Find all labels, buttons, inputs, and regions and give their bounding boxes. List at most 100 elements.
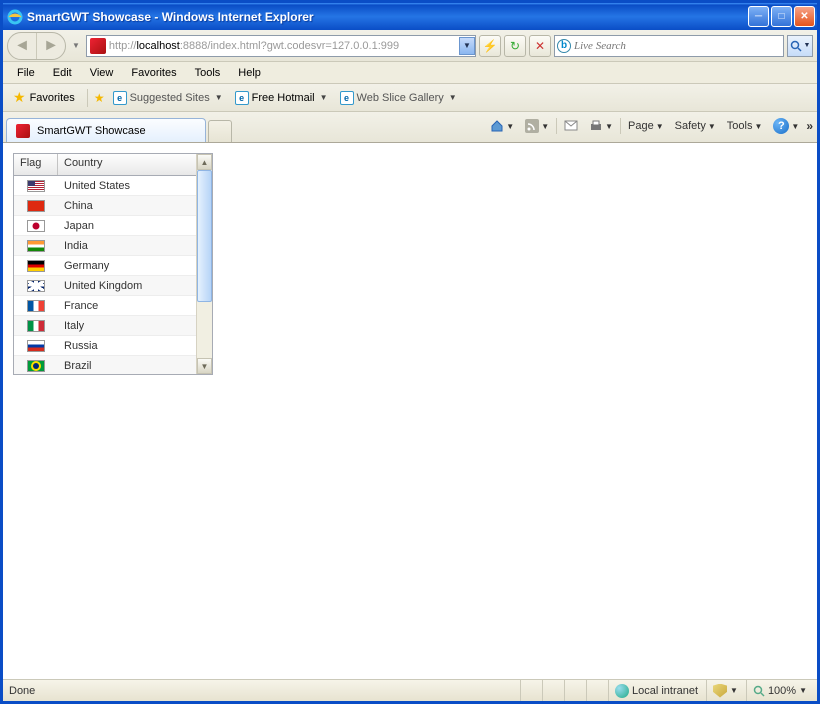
cmd-tools[interactable]: Tools▼ — [723, 118, 767, 134]
cmd-mail[interactable] — [560, 118, 582, 134]
table-row[interactable]: United States — [14, 176, 196, 196]
cell-country: Germany — [58, 260, 196, 272]
flag-icon — [27, 200, 45, 212]
search-bar[interactable]: b — [554, 35, 784, 57]
grid-body: Flag Country United States ChinaJapan Indi… — [14, 154, 196, 374]
grid-scrollbar: ▲ ▼ — [196, 154, 212, 374]
table-row[interactable]: India — [14, 236, 196, 256]
fav-sep — [87, 89, 88, 107]
cmd-print[interactable]: ▼ — [585, 117, 617, 135]
table-row[interactable]: China — [14, 196, 196, 216]
grid-header: Flag Country — [14, 154, 196, 176]
tab-icon — [16, 124, 30, 138]
cmd-tools-label: Tools — [727, 120, 753, 132]
scroll-down-button[interactable]: ▼ — [197, 358, 212, 374]
search-input[interactable] — [574, 40, 783, 52]
globe-icon — [615, 684, 629, 698]
cmd-home[interactable]: ▼ — [486, 117, 518, 135]
shield-icon — [713, 684, 727, 698]
status-pane — [520, 680, 540, 701]
status-bar: Done Local intranet ▼ 100% ▼ — [3, 679, 817, 701]
search-button[interactable]: ▼ — [787, 35, 813, 57]
fav-suggested-sites[interactable]: e Suggested Sites ▼ — [109, 89, 227, 107]
compat-button[interactable]: ⚡ — [479, 35, 501, 57]
menu-tools[interactable]: Tools — [187, 65, 229, 81]
cell-flag — [14, 179, 58, 191]
cell-country: Italy — [58, 320, 196, 332]
table-row[interactable]: France — [14, 296, 196, 316]
cmd-page[interactable]: Page▼ — [624, 118, 668, 134]
new-tab-button[interactable] — [208, 120, 232, 142]
address-text: http://localhost:8888/index.html?gwt.cod… — [109, 40, 459, 52]
cmd-feeds[interactable]: ▼ — [521, 117, 553, 135]
fav-free-hotmail[interactable]: e Free Hotmail ▼ — [231, 89, 332, 107]
cell-flag — [14, 219, 58, 231]
cmd-help[interactable]: ?▼ — [769, 116, 803, 136]
forward-button[interactable]: ► — [37, 33, 65, 59]
refresh-button[interactable]: ↻ — [504, 35, 526, 57]
flag-icon — [27, 260, 45, 272]
nav-arrows: ◄ ► — [7, 32, 66, 60]
minimize-button[interactable]: ─ — [748, 6, 769, 27]
menu-file[interactable]: File — [9, 65, 43, 81]
fav-item-label: Web Slice Gallery — [357, 92, 444, 104]
nav-toolbar: ◄ ► ▼ http://localhost:8888/index.html?g… — [3, 30, 817, 62]
menu-favorites[interactable]: Favorites — [123, 65, 184, 81]
menu-edit[interactable]: Edit — [45, 65, 80, 81]
cell-flag — [14, 199, 58, 211]
flag-icon — [27, 180, 45, 192]
flag-icon — [27, 280, 45, 292]
tab-smartgwt[interactable]: SmartGWT Showcase — [6, 118, 206, 142]
chevron-down-icon: ▼ — [730, 686, 738, 695]
header-country[interactable]: Country — [58, 154, 196, 175]
ie-window: SmartGWT Showcase - Windows Internet Exp… — [0, 0, 820, 704]
close-button[interactable]: ✕ — [794, 6, 815, 27]
menu-view[interactable]: View — [82, 65, 122, 81]
stop-button[interactable]: ✕ — [529, 35, 551, 57]
scroll-thumb[interactable] — [197, 170, 212, 302]
status-pane — [564, 680, 584, 701]
address-dropdown[interactable]: ▼ — [459, 37, 475, 55]
command-bar: ▼ ▼ ▼ Page▼ Safety▼ Tools▼ ?▼ » — [486, 116, 813, 136]
favorites-button[interactable]: ★ Favorites — [7, 87, 81, 108]
status-pane — [586, 680, 606, 701]
zone-label: Local intranet — [632, 685, 698, 697]
favorites-label: Favorites — [30, 92, 75, 104]
add-favorite-icon[interactable]: ★ — [94, 91, 105, 105]
nav-history-dropdown[interactable]: ▼ — [69, 41, 83, 50]
maximize-button[interactable]: □ — [771, 6, 792, 27]
window-title: SmartGWT Showcase - Windows Internet Exp… — [27, 10, 748, 24]
help-icon: ? — [773, 118, 789, 134]
cell-country: Russia — [58, 340, 196, 352]
menu-bar: File Edit View Favorites Tools Help — [3, 62, 817, 84]
table-row[interactable]: Japan — [14, 216, 196, 236]
menu-help[interactable]: Help — [230, 65, 269, 81]
site-icon — [90, 38, 106, 54]
flag-icon — [27, 340, 45, 352]
table-row[interactable]: Russia — [14, 336, 196, 356]
fav-item-label: Free Hotmail — [252, 92, 315, 104]
status-zoom[interactable]: 100% ▼ — [746, 680, 813, 701]
table-row[interactable]: Italy — [14, 316, 196, 336]
overflow-chevron-icon[interactable]: » — [806, 119, 813, 133]
header-flag[interactable]: Flag — [14, 154, 58, 175]
table-row[interactable]: Brazil — [14, 356, 196, 374]
address-bar[interactable]: http://localhost:8888/index.html?gwt.cod… — [86, 35, 476, 57]
cmd-safety[interactable]: Safety▼ — [671, 118, 720, 134]
flag-icon — [27, 300, 45, 312]
fav-web-slice[interactable]: e Web Slice Gallery ▼ — [336, 89, 461, 107]
e-icon: e — [113, 91, 127, 105]
table-row[interactable]: Germany — [14, 256, 196, 276]
table-row[interactable]: United Kingdom — [14, 276, 196, 296]
status-protected[interactable]: ▼ — [706, 680, 744, 701]
cell-country: Brazil — [58, 360, 196, 372]
scroll-up-button[interactable]: ▲ — [197, 154, 212, 170]
cell-country: India — [58, 240, 196, 252]
back-button[interactable]: ◄ — [8, 33, 36, 59]
scroll-track[interactable] — [197, 170, 212, 358]
cmd-sep — [556, 118, 557, 134]
status-zone[interactable]: Local intranet — [608, 680, 704, 701]
tab-label: SmartGWT Showcase — [37, 125, 146, 137]
cell-country: United States — [58, 180, 196, 192]
page-content: Flag Country United States ChinaJapan Indi… — [3, 142, 817, 679]
